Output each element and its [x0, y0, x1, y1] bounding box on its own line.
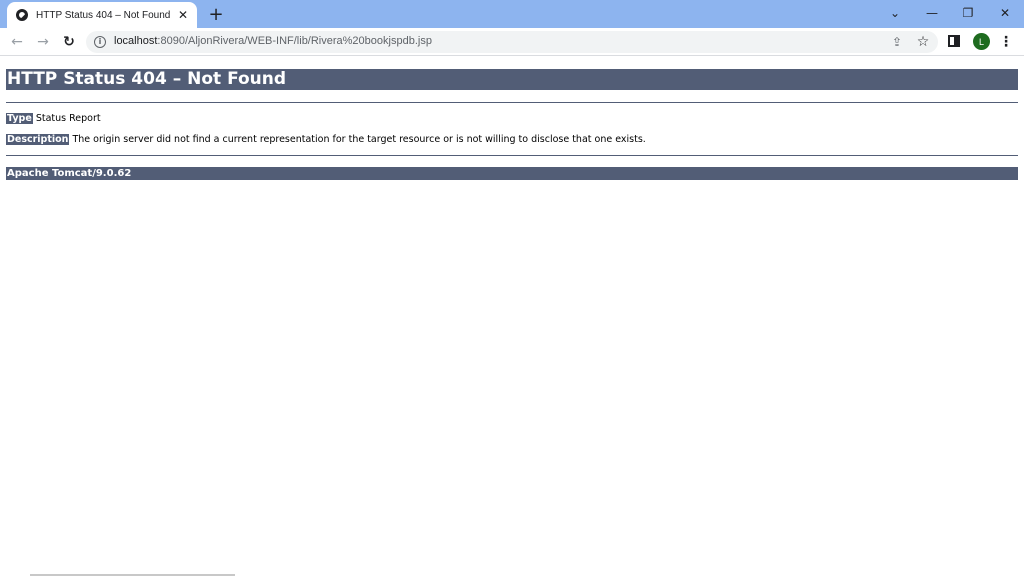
side-panel-icon[interactable] — [948, 35, 960, 47]
type-label: Type — [6, 113, 33, 124]
tab-strip: HTTP Status 404 – Not Found ✕ + ⌄ — ❐ ✕ — [0, 0, 1024, 28]
forward-button[interactable]: → — [33, 32, 53, 52]
new-tab-button[interactable]: + — [206, 4, 226, 25]
tab-close-icon[interactable]: ✕ — [175, 7, 191, 23]
server-info: Apache Tomcat/9.0.62 — [6, 167, 1018, 180]
divider — [6, 155, 1018, 156]
bookmark-star-icon[interactable]: ☆ — [915, 34, 931, 50]
type-value: Status Report — [35, 113, 101, 124]
browser-toolbar: ← → ↻ i localhost:8090/AljonRivera/WEB-I… — [0, 28, 1024, 56]
url-path: :8090/AljonRivera/WEB-INF/lib/Rivera%20b… — [157, 35, 432, 47]
url-text[interactable]: localhost:8090/AljonRivera/WEB-INF/lib/R… — [114, 35, 432, 47]
browser-tab[interactable]: HTTP Status 404 – Not Found ✕ — [7, 2, 197, 28]
description-row: Description The origin server did not fi… — [6, 134, 1018, 146]
restore-icon[interactable]: ❐ — [953, 2, 983, 24]
profile-avatar[interactable]: L — [973, 33, 990, 50]
minimize-icon[interactable]: — — [917, 2, 947, 24]
url-host: localhost — [114, 35, 158, 47]
back-button[interactable]: ← — [7, 32, 27, 52]
address-bar[interactable]: i localhost:8090/AljonRivera/WEB-INF/lib… — [86, 31, 938, 53]
tab-search-icon[interactable]: ⌄ — [880, 2, 910, 24]
description-value: The origin server did not find a current… — [72, 134, 646, 145]
page-content: HTTP Status 404 – Not Found Type Status … — [6, 69, 1018, 180]
tab-title: HTTP Status 404 – Not Found — [36, 9, 171, 21]
share-icon[interactable]: ⇪ — [889, 34, 905, 50]
description-label: Description — [6, 134, 70, 145]
type-row: Type Status Report — [6, 113, 1018, 125]
info-icon[interactable]: i — [94, 36, 106, 48]
globe-icon — [16, 9, 28, 21]
menu-icon[interactable]: ⋮ — [998, 33, 1014, 50]
divider — [6, 102, 1018, 103]
window-close-icon[interactable]: ✕ — [990, 2, 1020, 24]
page-title: HTTP Status 404 – Not Found — [6, 69, 1018, 90]
reload-button[interactable]: ↻ — [59, 32, 79, 52]
